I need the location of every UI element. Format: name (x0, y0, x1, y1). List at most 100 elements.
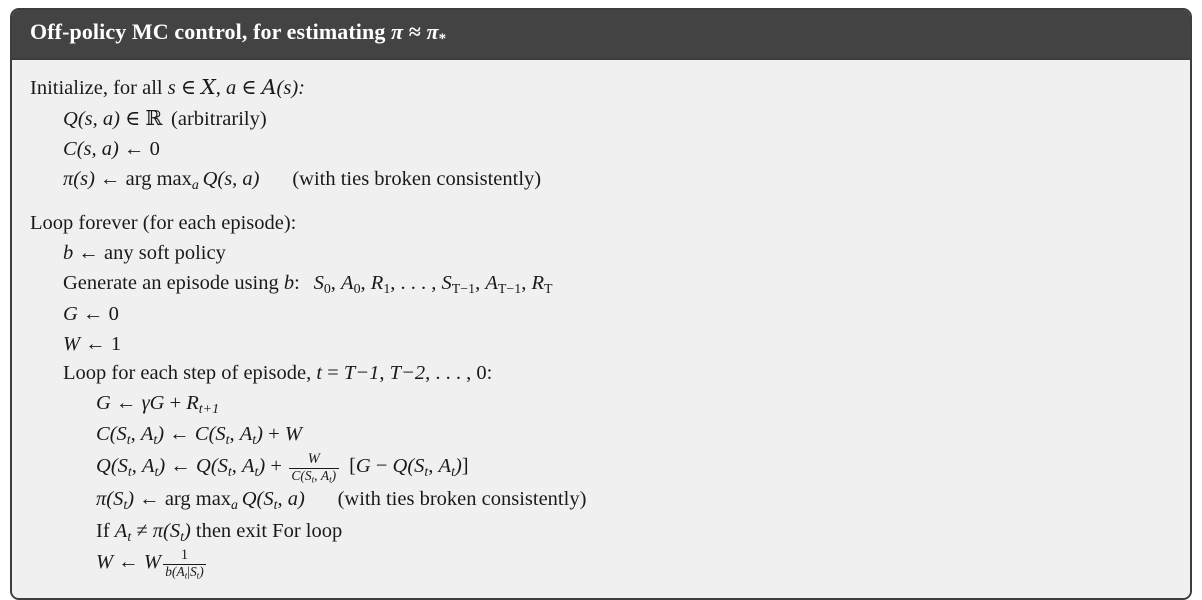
then-exit-text: then exit For loop (190, 519, 343, 542)
symbol-S: S (189, 564, 197, 580)
symbol-W: W (63, 332, 81, 355)
sub-t-plus-1: t+1 (198, 402, 220, 418)
symbol-pi: π (96, 488, 107, 511)
line-c-init: C(s, a) ← 0 (30, 135, 1172, 165)
loop-forever-text: Loop forever (for each episode): (30, 211, 297, 234)
symbol-ST: S (441, 271, 452, 294)
title-pi-symbol: π (391, 19, 404, 44)
symbol-S: S (113, 488, 124, 511)
plus: + (164, 392, 187, 415)
line-if-exit: If At ≠ π(St) then exit For loop (30, 517, 1172, 548)
symbol-b: b (165, 564, 172, 580)
pi-args: (s) (73, 167, 95, 190)
symbol-G: G (96, 392, 111, 415)
paren-close: ) (454, 454, 462, 477)
line-w-init: W ← 1 (30, 330, 1172, 360)
soft-policy-text: any soft policy (104, 241, 226, 264)
value-zero: 0 (108, 302, 119, 325)
sub-0: 0 (323, 281, 331, 297)
paren-open: ( (110, 454, 118, 477)
importance-ratio-fraction: 1 b(At|St) (162, 547, 207, 582)
paren-close: ) (256, 423, 263, 446)
symbol-R1: R (370, 271, 384, 294)
T-minus-1: T−1 (343, 362, 380, 385)
pseudocode-box: Off-policy MC control, for estimating π … (10, 8, 1192, 600)
line-pi-update: π(St) ← arg maxa Q(St, a) (with ties broke… (30, 485, 1172, 516)
sub-T-minus-1: T−1 (451, 281, 476, 297)
symbol-A: A (320, 468, 330, 484)
assign-arrow-icon: ← (110, 392, 142, 415)
symbol-S: S (217, 454, 228, 477)
symbol-S: S (215, 423, 226, 446)
symbol-A: A (140, 423, 154, 446)
assign-arrow-icon: ← (165, 454, 196, 477)
assign-arrow-icon: ← (134, 488, 165, 511)
line-loop-forever: Loop forever (for each episode): (30, 209, 1172, 239)
symbol-pi: π (63, 167, 74, 190)
comma: , (428, 454, 439, 477)
comma: , (379, 362, 390, 385)
arbitrarily-note: (arbitrarily) (171, 108, 267, 131)
minus: − (370, 454, 393, 477)
symbol-S0: S (313, 271, 324, 294)
assign-arrow-icon: ← (164, 423, 195, 446)
colon: : (294, 271, 305, 294)
symbol-S: S (304, 468, 312, 484)
element-of-1: ∈ (175, 77, 202, 100)
symbol-C: C (63, 138, 77, 160)
symbol-A: A (242, 454, 255, 477)
paren-open: ( (162, 519, 170, 542)
symbol-S: S (169, 519, 181, 542)
assign-arrow-icon: ← (113, 550, 144, 573)
symbol-A0: A (341, 271, 354, 294)
line-q-init: Q(s, a) ∈ ℝ (arbitrarily) (30, 104, 1172, 135)
symbol-gamma: γ (141, 392, 150, 415)
symbol-s: s (167, 77, 176, 100)
argmax-subscript-a: a (191, 177, 199, 193)
T-minus-2: T−2 (389, 362, 426, 385)
symbol-S: S (414, 454, 425, 477)
line-loop-each-step: Loop for each step of episode, t = T−1, … (30, 359, 1172, 389)
argmax-operator: arg max (125, 167, 192, 190)
real-numbers-symbol: ℝ (145, 106, 163, 131)
symbol-a: a (287, 488, 298, 511)
symbol-Q: Q (202, 167, 218, 190)
symbol-AT: A (485, 271, 498, 294)
loop-step-text: Loop for each step of episode, (63, 362, 317, 385)
title-pi-star-symbol: π (426, 19, 439, 44)
pseudocode-title: Off-policy MC control, for estimating π … (12, 10, 1190, 61)
assign-arrow-icon: ← (94, 167, 126, 190)
assign-arrow-icon: ← (118, 138, 150, 160)
symbol-Q: Q (63, 108, 78, 131)
symbol-A: A (142, 454, 155, 477)
symbol-A: A (176, 564, 185, 580)
initialize-text: Initialize, for all (30, 77, 168, 100)
symbol-S: S (117, 454, 128, 477)
symbol-W: W (143, 550, 161, 573)
comma: , (130, 423, 141, 446)
line-g-update: G ← γG + Rt+1 (30, 389, 1172, 420)
equals: = (322, 362, 344, 385)
bracket-open: [ (349, 454, 356, 477)
comma: , (229, 423, 240, 446)
line-b-policy: b ← any soft policy (30, 239, 1172, 269)
symbol-R: R (186, 392, 199, 415)
comma: , (360, 271, 371, 294)
pseudocode-body: Initialize, for all s ∈ Χ, a ∈ A(s): Q(s… (12, 60, 1190, 598)
ties-broken-note: (with ties broken consistently) (337, 488, 587, 511)
paren-close: ) (331, 468, 337, 484)
ties-broken-note: (with ties broken consistently) (292, 167, 542, 190)
generate-episode-text: Generate an episode using (63, 271, 284, 294)
symbol-G: G (149, 392, 165, 415)
sub-0: 0 (353, 281, 361, 297)
comma: , (330, 271, 342, 294)
comma: , (475, 271, 486, 294)
title-approx-symbol: ≈ (403, 19, 427, 44)
symbol-W: W (96, 550, 114, 573)
paren-close: ) (199, 564, 204, 580)
assign-arrow-icon: ← (80, 332, 111, 355)
title-text: Off-policy MC control, for estimating (30, 19, 392, 44)
symbol-Q: Q (392, 454, 408, 477)
symbol-S: S (263, 488, 274, 511)
